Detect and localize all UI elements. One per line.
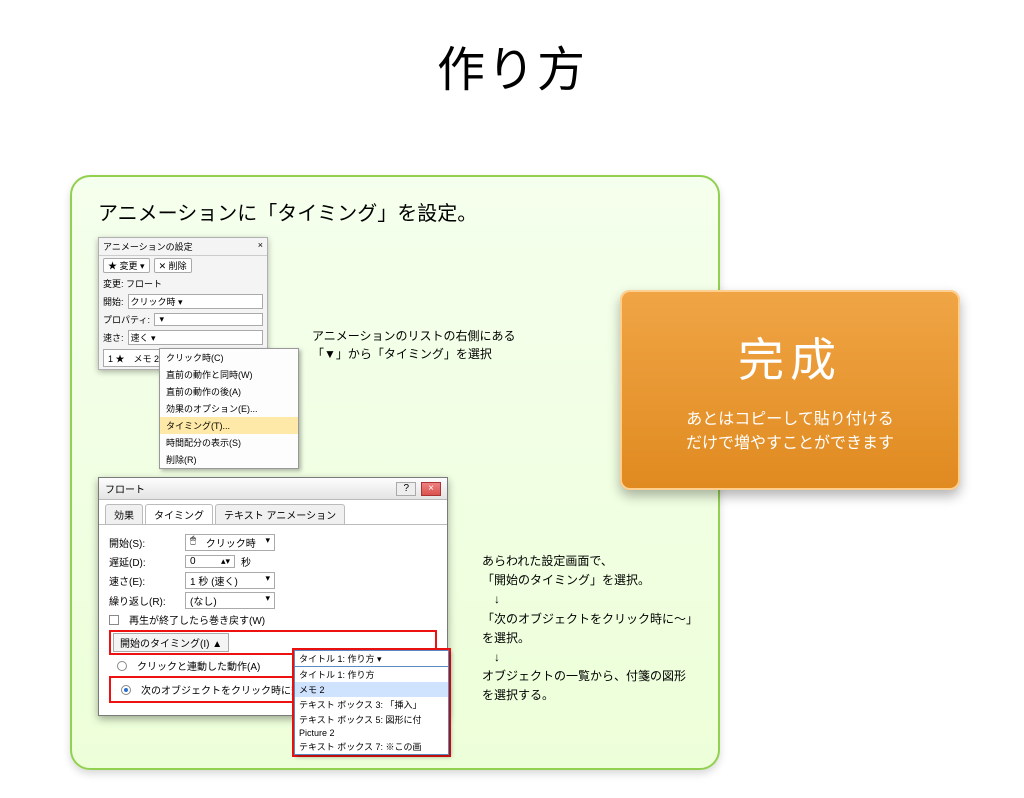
caption-2: あらわれた設定画面で、 「開始のタイミング」を選択。 ↓ 「次のオブジェクトをク… xyxy=(482,552,698,706)
caption-1: アニメーションのリストの右側にある 「▼」から「タイミング」を選択 xyxy=(312,327,516,363)
dropdown-item[interactable]: Picture 2 xyxy=(295,727,448,739)
menu-item[interactable]: 削除(R) xyxy=(160,451,298,468)
timing-dialog: フロート ? × 効果タイミングテキスト アニメーション 開始(S): 🖱 クリ… xyxy=(98,477,448,716)
animation-pane: アニメーションの設定 × ★ 変更 ▾ ✕ 削除 変更: フロート 開始: クリ… xyxy=(98,237,268,370)
menu-item[interactable]: タイミング(T)... xyxy=(160,417,298,434)
card-heading: アニメーションに「タイミング」を設定。 xyxy=(98,197,692,226)
remove-button[interactable]: ✕ 削除 xyxy=(154,258,192,273)
speed-label: 速さ: xyxy=(103,331,124,344)
field-speed-label: 速さ(E): xyxy=(109,573,179,588)
dialog-tab[interactable]: 効果 xyxy=(105,504,143,524)
dropdown-item[interactable]: テキスト ボックス 7: ※この画 xyxy=(295,739,448,754)
dropdown-selected[interactable]: タイトル 1: 作り方 ▾ xyxy=(295,651,448,667)
completion-subtitle: あとはコピーして貼り付ける だけで増やすことができます xyxy=(620,408,960,456)
rewind-label: 再生が終了したら巻き戻す(W) xyxy=(129,612,265,627)
field-repeat-label: 繰り返し(R): xyxy=(109,593,179,608)
prop-label: プロパティ: xyxy=(103,313,150,326)
dropdown-item[interactable]: テキスト ボックス 5: 図形に付 xyxy=(295,712,448,727)
field-start-select[interactable]: 🖱 クリック時▾ xyxy=(185,534,275,551)
start-label: 開始: xyxy=(103,295,124,308)
menu-item[interactable]: 効果のオプション(E)... xyxy=(160,400,298,417)
trigger-button[interactable]: 開始のタイミング(I) ▲ xyxy=(113,633,229,652)
prop-select[interactable]: ▾ xyxy=(154,313,263,326)
page-title: 作り方 xyxy=(0,30,1024,100)
delay-unit: 秒 xyxy=(241,554,251,569)
object-dropdown[interactable]: タイトル 1: 作り方 ▾タイトル 1: 作り方メモ 2テキスト ボックス 3:… xyxy=(294,650,449,755)
start-select[interactable]: クリック時 ▾ xyxy=(128,294,263,309)
dropdown-item[interactable]: テキスト ボックス 3: 「挿入」 xyxy=(295,697,448,712)
change-button[interactable]: ★ 変更 ▾ xyxy=(103,258,150,273)
field-delay-input[interactable]: 0▴▾ xyxy=(185,555,235,568)
close-icon[interactable]: × xyxy=(258,240,263,253)
rewind-checkbox[interactable] xyxy=(109,615,119,625)
pane-kind-label: 変更: フロート xyxy=(103,277,162,290)
completion-callout: 完成 あとはコピーして貼り付ける だけで増やすことができます xyxy=(620,290,960,490)
pane-title: アニメーションの設定 xyxy=(103,240,193,253)
menu-item[interactable]: クリック時(C) xyxy=(160,349,298,366)
menu-item[interactable]: 直前の動作の後(A) xyxy=(160,383,298,400)
radio-anim-label: クリックと連動した動作(A) xyxy=(137,658,260,673)
menu-item[interactable]: 直前の動作と同時(W) xyxy=(160,366,298,383)
context-menu: クリック時(C)直前の動作と同時(W)直前の動作の後(A)効果のオプション(E)… xyxy=(159,348,299,469)
close-icon[interactable]: × xyxy=(421,482,441,496)
dropdown-item[interactable]: タイトル 1: 作り方 xyxy=(295,667,448,682)
completion-title: 完成 xyxy=(620,324,960,390)
dialog-title: フロート xyxy=(105,481,145,496)
help-icon[interactable]: ? xyxy=(396,482,416,496)
field-start-label: 開始(S): xyxy=(109,535,179,550)
radio-anim[interactable] xyxy=(117,661,127,671)
radio-object[interactable] xyxy=(121,685,131,695)
dropdown-item[interactable]: メモ 2 xyxy=(295,682,448,697)
menu-item[interactable]: 時間配分の表示(S) xyxy=(160,434,298,451)
speed-select[interactable]: 速く ▾ xyxy=(128,330,263,345)
field-repeat-select[interactable]: (なし)▾ xyxy=(185,592,275,609)
field-delay-label: 遅延(D): xyxy=(109,554,179,569)
dialog-tab[interactable]: タイミング xyxy=(145,504,213,524)
field-speed-select[interactable]: 1 秒 (速く)▾ xyxy=(185,572,275,589)
dialog-tab[interactable]: テキスト アニメーション xyxy=(215,504,345,524)
